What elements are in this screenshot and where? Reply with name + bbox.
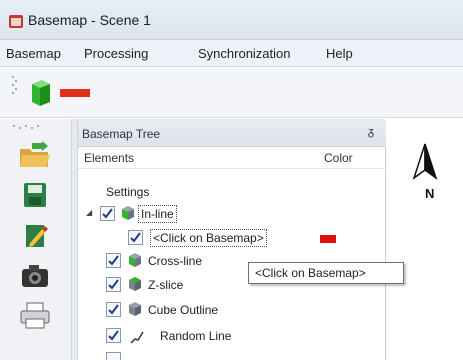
random-line-icon [130,331,144,344]
checkbox-z-slice[interactable] [106,277,121,292]
save-icon[interactable] [18,181,52,209]
printer-icon[interactable] [18,301,52,329]
menu-basemap[interactable]: Basemap [6,46,61,61]
app-icon [9,15,23,28]
color-swatch-red[interactable] [320,235,336,243]
in-line-label: In-line [138,205,177,223]
expand-arrow-icon[interactable]: ◢ [86,208,92,217]
title-bar: Basemap - Scene 1 [0,0,463,40]
column-color: Color [324,151,353,165]
north-label: N [425,186,435,201]
toolbar-grip [12,76,17,94]
checkbox-click-on-basemap[interactable] [128,230,143,245]
tree-row-click-on-basemap[interactable]: <Click on Basemap> [78,227,378,249]
camera-icon[interactable] [18,261,52,289]
left-tool-strip [0,119,72,360]
tree-row-cube-outline[interactable]: Cube Outline [78,299,378,321]
edit-icon[interactable] [18,221,52,249]
z-slice-cube-icon [129,277,141,291]
pin-icon[interactable]: ᵹ [368,126,374,138]
checkbox-cross-line[interactable] [106,253,121,268]
z-slice-label: Z-slice [148,278,184,292]
window-title: Basemap - Scene 1 [28,12,151,28]
open-folder-icon[interactable] [18,141,52,169]
menu-bar: Basemap Processing Synchronization Help [0,40,463,67]
settings-label: Settings [106,185,150,199]
menu-help[interactable]: Help [326,46,353,61]
menu-synchronization[interactable]: Synchronization [198,46,291,61]
toolbar [0,68,463,118]
tooltip: <Click on Basemap> [248,262,404,284]
column-header: Elements Color [78,147,386,169]
panel-header: Basemap Tree ᵹ [78,119,386,147]
basemap-tree-panel: Basemap Tree ᵹ Elements Color Settings ◢… [78,119,386,360]
in-line-cube-icon [122,206,134,220]
cube-outline-label: Cube Outline [148,303,219,317]
checkbox-random-line[interactable] [106,328,121,343]
green-cube-icon[interactable] [28,78,52,108]
checkbox-cube-outline[interactable] [106,302,121,317]
column-elements: Elements [84,151,135,165]
tree-row-partial[interactable] [78,349,378,360]
random-line-label: Random Line [160,329,232,343]
strip-grip [13,125,39,129]
cross-line-label: Cross-line [148,254,203,268]
checkbox-in-line[interactable] [100,206,115,221]
tree-row-random-line[interactable]: Random Line [78,325,378,347]
tree-row-settings[interactable]: Settings [78,181,378,203]
tree-row-in-line[interactable]: ◢ In-line [78,203,378,225]
checkbox-partial[interactable] [106,352,121,360]
cube-outline-icon [129,302,141,316]
menu-processing[interactable]: Processing [84,46,148,61]
red-line-icon[interactable] [60,88,90,98]
cross-line-cube-icon [129,253,141,267]
click-on-basemap-label: <Click on Basemap> [150,229,267,247]
panel-title: Basemap Tree [82,127,161,141]
